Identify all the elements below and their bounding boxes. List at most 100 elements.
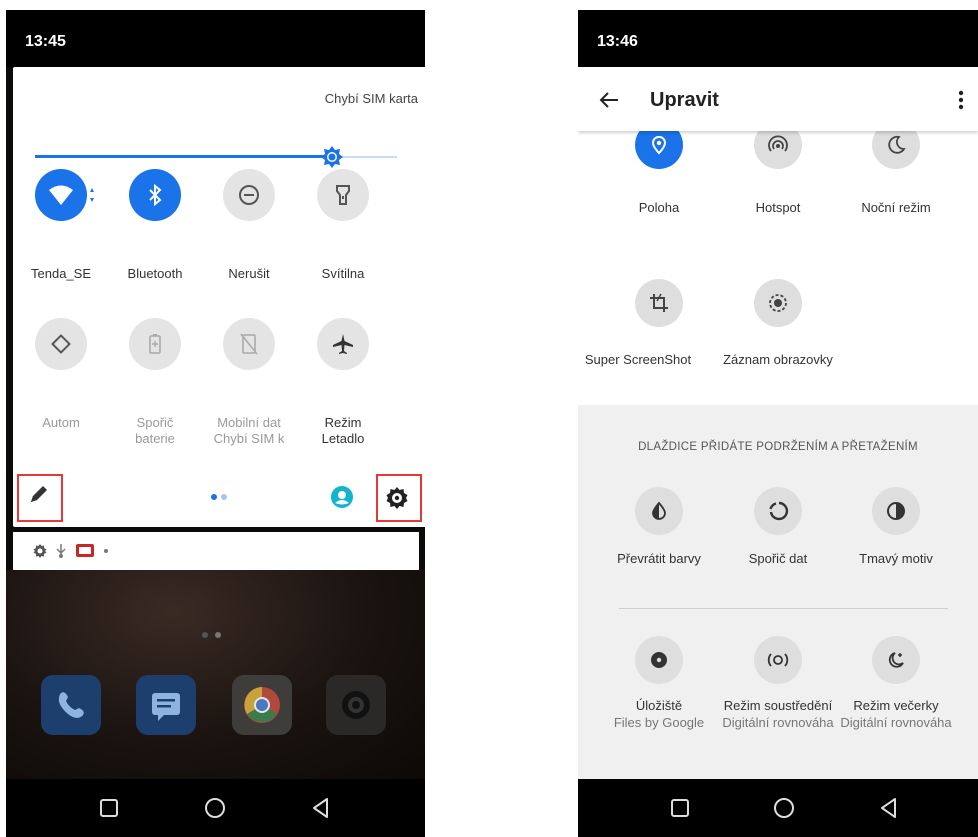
tile-label: Úložiště Files by Google xyxy=(594,697,724,731)
status-time: 13:46 xyxy=(597,33,638,50)
tile-label: Svítilna xyxy=(293,266,393,282)
status-time: 13:45 xyxy=(25,33,66,50)
navigation-bar xyxy=(578,779,978,837)
tile-label: Mobilní dat Chybí SIM k xyxy=(199,415,299,447)
user-profile-icon[interactable] xyxy=(331,486,353,508)
phone-app-icon[interactable] xyxy=(41,675,101,735)
tile-label: Noční režim xyxy=(861,200,931,215)
home-wallpaper xyxy=(6,570,425,779)
tile-subtitle: baterie xyxy=(135,431,175,446)
back-arrow-icon[interactable] xyxy=(598,89,620,111)
tile-label: Tenda_SE xyxy=(11,266,111,282)
mobile-data-icon xyxy=(240,333,258,355)
crop-icon[interactable] xyxy=(635,279,683,327)
tile-label: Režim Letadlo xyxy=(293,415,393,447)
tile-label: Režim večerky Digitální rovnováha xyxy=(831,697,961,731)
tile-subtitle: Letadlo xyxy=(321,431,365,446)
page-dot xyxy=(215,632,221,638)
airplane-icon xyxy=(333,334,353,354)
back-icon[interactable] xyxy=(876,795,902,821)
tile-subtitle: Files by Google xyxy=(613,715,705,730)
invert-colors-icon[interactable] xyxy=(635,487,683,535)
tile-battery-saver[interactable] xyxy=(129,318,181,370)
back-icon[interactable] xyxy=(308,795,334,821)
tile-label: Spořič baterie xyxy=(105,415,205,447)
tile-title: Spořič xyxy=(136,415,174,430)
tile-title: Tenda_SE xyxy=(31,266,91,281)
recents-icon[interactable] xyxy=(667,795,693,821)
settings-notif-icon xyxy=(33,544,47,558)
highlight-edit xyxy=(17,474,63,522)
tile-dnd[interactable] xyxy=(223,169,275,221)
tile-title: Úložiště xyxy=(635,698,683,713)
storage-icon[interactable] xyxy=(635,636,683,684)
tile-autorotate[interactable] xyxy=(35,318,87,370)
page-dot-active xyxy=(211,494,217,500)
quick-settings-panel: Chybí SIM karta Tenda_SE Bluetooth Nerušit… xyxy=(13,67,425,527)
bluetooth-icon xyxy=(149,183,162,207)
tile-bluetooth[interactable] xyxy=(129,169,181,221)
tile-title: Režim xyxy=(324,415,362,430)
tile-subtitle: Digitální rovnováha xyxy=(840,715,952,730)
wifi-activity-icon xyxy=(89,187,95,208)
tile-title: Bluetooth xyxy=(127,266,183,281)
tile-label: Spořič dat xyxy=(748,551,808,566)
status-bar: 13:46 xyxy=(578,10,978,67)
tile-label: Tmavý motiv xyxy=(859,551,933,566)
data-saver-icon[interactable] xyxy=(754,487,802,535)
tile-title: Mobilní dat xyxy=(217,415,281,430)
screen-cast-icon xyxy=(76,544,94,557)
tile-label: Poloha xyxy=(638,200,680,215)
phone-right: 13:46 Poloha Hotspot Noční režim Super S… xyxy=(578,10,978,837)
flashlight-icon xyxy=(336,185,350,205)
edit-tiles-content: Poloha Hotspot Noční režim Super ScreenS… xyxy=(578,67,978,779)
messages-app-icon[interactable] xyxy=(136,675,196,735)
highlight-settings xyxy=(376,474,422,522)
camera-app-icon[interactable] xyxy=(326,675,386,735)
page-title: Upravit xyxy=(650,89,719,111)
tile-label: Nerušit xyxy=(199,266,299,282)
home-icon[interactable] xyxy=(771,795,797,821)
page-dot xyxy=(202,632,208,638)
section-header: DLAŽDICE PŘIDÁTE PODRŽENÍM A PŘETAŽENÍM xyxy=(638,441,918,453)
tile-label: Hotspot xyxy=(755,200,801,215)
more-notifications-dot xyxy=(104,549,108,553)
page-dot xyxy=(221,494,227,500)
tile-label: Převrátit barvy xyxy=(617,551,701,566)
usb-icon xyxy=(56,544,66,558)
tile-label: Autom xyxy=(11,415,111,431)
recents-icon[interactable] xyxy=(96,795,122,821)
tile-subtitle: Chybí SIM k xyxy=(213,431,285,446)
tile-title: Autom xyxy=(42,415,80,430)
notification-icons-bar xyxy=(13,532,419,570)
tile-title: Svítilna xyxy=(321,266,365,281)
dnd-icon xyxy=(239,185,259,205)
battery-saver-icon xyxy=(149,334,161,354)
tile-label: Super ScreenShot xyxy=(584,352,692,367)
overflow-menu-icon[interactable] xyxy=(958,89,964,111)
tile-title: Režim večerky xyxy=(853,698,939,713)
wifi-icon xyxy=(49,185,73,205)
brightness-icon[interactable] xyxy=(320,145,344,169)
tile-label: Záznam obrazovky xyxy=(723,352,833,367)
dark-theme-icon[interactable] xyxy=(872,487,920,535)
screen-record-icon[interactable] xyxy=(754,279,802,327)
tile-flashlight[interactable] xyxy=(317,169,369,221)
tile-airplane[interactable] xyxy=(317,318,369,370)
tile-title: Režim soustředění xyxy=(723,698,833,713)
tile-wifi[interactable] xyxy=(35,169,87,221)
focus-mode-icon[interactable] xyxy=(754,636,802,684)
chrome-app-icon[interactable] xyxy=(232,675,292,735)
brightness-slider[interactable] xyxy=(35,145,397,169)
home-icon[interactable] xyxy=(202,795,228,821)
tile-title: Nerušit xyxy=(228,266,270,281)
tile-mobile-data[interactable] xyxy=(223,318,275,370)
phone-left: 13:45 Chybí SIM karta Tenda_SE Bluetooth N… xyxy=(6,10,425,837)
tile-label: Režim soustředění Digitální rovnováha xyxy=(713,697,843,731)
edit-header: Upravit xyxy=(578,67,978,131)
navigation-bar xyxy=(6,779,425,837)
autorotate-icon xyxy=(51,334,71,354)
bedtime-icon[interactable] xyxy=(872,636,920,684)
tile-subtitle: Digitální rovnováha xyxy=(722,715,834,730)
sim-status: Chybí SIM karta xyxy=(324,91,418,106)
